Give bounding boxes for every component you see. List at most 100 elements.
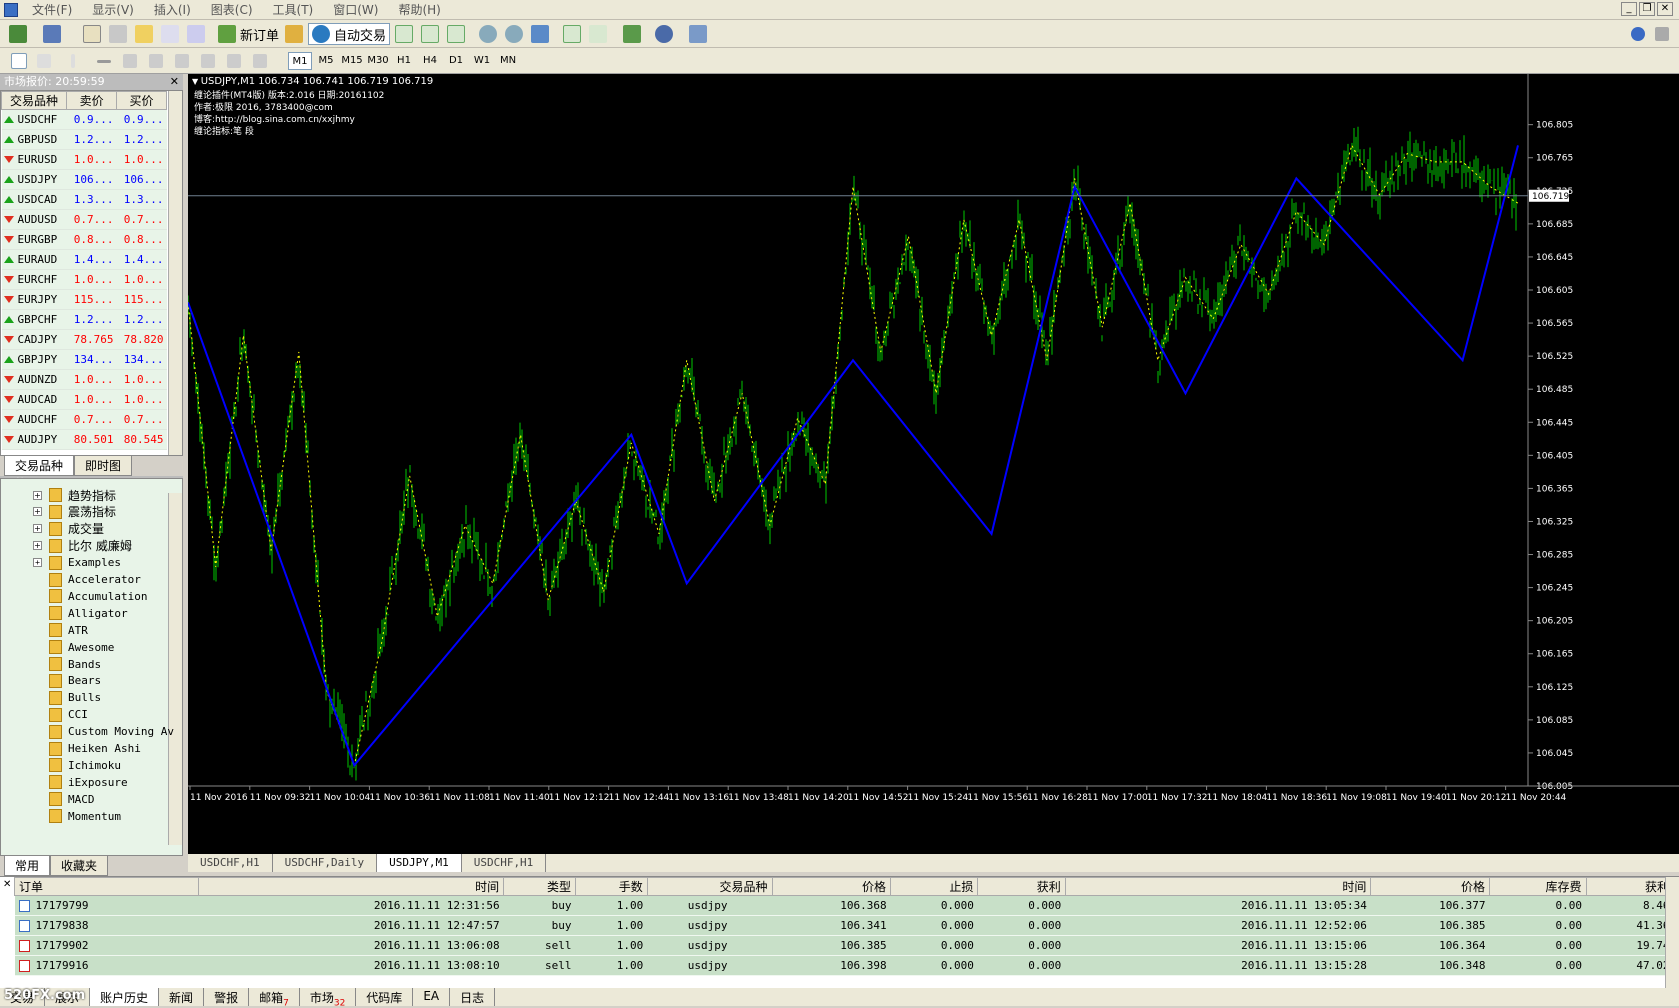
- navigator-item[interactable]: + 比尔 威廉姆: [33, 538, 132, 554]
- navigator-item[interactable]: Custom Moving Av: [37, 724, 174, 740]
- close-icon[interactable]: ✕: [3, 879, 11, 890]
- quote-row[interactable]: USDCHF 0.9... 0.9...: [1, 109, 167, 130]
- horizontal-line-button[interactable]: [94, 50, 114, 72]
- navigator-item[interactable]: + 趋势指标: [33, 487, 116, 503]
- history-row[interactable]: 17179838 2016.11.11 12:47:57 buy 1.00 usdjpy…: [14, 915, 1674, 936]
- history-row[interactable]: 17179916 2016.11.11 13:08:10 sell 1.00 usdjp…: [14, 955, 1674, 976]
- navigator-item[interactable]: Accumulation: [37, 588, 147, 604]
- templates-button[interactable]: [686, 23, 710, 45]
- navigator-item[interactable]: CCI: [37, 707, 88, 723]
- history-col[interactable]: 交易品种: [646, 877, 773, 896]
- terminal-tab[interactable]: 代码库: [356, 988, 414, 1006]
- timeframe-m30[interactable]: M30: [366, 52, 390, 70]
- data-window-button[interactable]: [106, 23, 130, 45]
- timeframe-h4[interactable]: H4: [418, 52, 442, 70]
- quote-row[interactable]: AUDJPY 80.501 80.545: [1, 429, 167, 450]
- chart-tab[interactable]: USDCHF,Daily: [273, 854, 378, 872]
- tab-tick-chart[interactable]: 即时图: [74, 456, 133, 476]
- label-button[interactable]: [224, 50, 244, 72]
- chart-menu-icon[interactable]: ▼: [192, 77, 201, 86]
- history-row[interactable]: 17179902 2016.11.11 13:06:08 sell 1.00 usdjp…: [14, 935, 1674, 956]
- history-col[interactable]: 时间: [197, 877, 505, 896]
- quote-row[interactable]: GBPUSD 1.2... 1.2...: [1, 129, 167, 150]
- terminal-scrollbar[interactable]: [1665, 877, 1679, 989]
- navigator-item[interactable]: MACD: [37, 791, 95, 807]
- close-icon[interactable]: ✕: [1657, 2, 1673, 16]
- metaeditor-button[interactable]: [282, 23, 306, 45]
- quote-row[interactable]: EURAUD 1.4... 1.4...: [1, 249, 167, 270]
- navigator-item[interactable]: Awesome: [37, 639, 114, 655]
- chart-shift-button[interactable]: [586, 23, 610, 45]
- new-order-button[interactable]: 新订单: [215, 23, 282, 45]
- chart-tab[interactable]: USDCHF,H1: [462, 854, 547, 872]
- chat-button[interactable]: [1652, 23, 1672, 45]
- terminal-button[interactable]: [158, 23, 182, 45]
- terminal-tab[interactable]: 日志: [450, 988, 496, 1006]
- price-chart[interactable]: 106.805106.765106.725106.685106.645106.6…: [187, 74, 1679, 854]
- terminal-tab[interactable]: 警报: [204, 988, 250, 1006]
- terminal-tab[interactable]: 市场32: [300, 988, 357, 1008]
- vertical-line-button[interactable]: [68, 50, 78, 72]
- cursor-button[interactable]: [8, 50, 30, 72]
- quote-row[interactable]: AUDUSD 0.7... 0.7...: [1, 209, 167, 230]
- terminal-tab[interactable]: EA: [413, 988, 451, 1006]
- history-col[interactable]: 手数: [574, 877, 648, 896]
- menu-view[interactable]: 显示(V): [82, 1, 144, 18]
- quote-row[interactable]: USDJPY 106... 106...: [1, 169, 167, 190]
- terminal-tab[interactable]: 新闻: [159, 988, 205, 1006]
- crosshair-button[interactable]: [34, 50, 54, 72]
- zoom-in-button[interactable]: [476, 23, 500, 45]
- chart-canvas[interactable]: 106.805106.765106.725106.685106.645106.6…: [187, 74, 1679, 854]
- quote-row[interactable]: USDCAD 1.3... 1.3...: [1, 189, 167, 210]
- expand-icon[interactable]: +: [33, 490, 42, 500]
- timeframe-mn[interactable]: MN: [496, 52, 520, 70]
- indicators-button[interactable]: [620, 23, 644, 45]
- timeframe-d1[interactable]: D1: [444, 52, 468, 70]
- arrows-button[interactable]: [250, 50, 270, 72]
- channel-button[interactable]: [146, 50, 166, 72]
- close-icon[interactable]: ✕: [170, 74, 179, 90]
- navigator-scrollbar[interactable]: [168, 493, 182, 845]
- navigator-item[interactable]: Accelerator: [37, 572, 141, 588]
- terminal-tab[interactable]: 账户历史: [90, 988, 160, 1006]
- tab-common[interactable]: 常用: [4, 856, 51, 876]
- quote-row[interactable]: EURJPY 115... 115...: [1, 289, 167, 310]
- history-col[interactable]: 库存费: [1488, 877, 1587, 896]
- history-col[interactable]: 获利: [977, 877, 1066, 896]
- history-col[interactable]: 时间: [1064, 877, 1372, 896]
- quote-row[interactable]: AUDCAD 1.0... 1.0...: [1, 389, 167, 410]
- menu-tools[interactable]: 工具(T): [263, 1, 324, 18]
- history-col[interactable]: 价格: [771, 877, 892, 896]
- quote-row[interactable]: GBPJPY 134... 134...: [1, 349, 167, 370]
- navigator-item[interactable]: Bands: [37, 656, 101, 672]
- text-button[interactable]: [198, 50, 218, 72]
- menu-window[interactable]: 窗口(W): [323, 1, 388, 18]
- col-ask[interactable]: 买价: [116, 91, 167, 110]
- menu-help[interactable]: 帮助(H): [388, 1, 450, 18]
- expand-icon[interactable]: +: [33, 507, 42, 517]
- navigator-item[interactable]: + 成交量: [33, 521, 104, 537]
- navigator-item[interactable]: Ichimoku: [37, 757, 121, 773]
- chart-tab[interactable]: USDCHF,H1: [188, 854, 273, 872]
- navigator-item[interactable]: + 震荡指标: [33, 504, 116, 520]
- quote-row[interactable]: GBPCHF 1.2... 1.2...: [1, 309, 167, 330]
- periods-button[interactable]: [652, 23, 676, 45]
- timeframe-m15[interactable]: M15: [340, 52, 364, 70]
- auto-trade-button[interactable]: 自动交易: [308, 23, 391, 45]
- tile-windows-button[interactable]: [528, 23, 552, 45]
- chart-tab[interactable]: USDJPY,M1: [377, 854, 462, 872]
- navigator-item[interactable]: Heiken Ashi: [37, 741, 141, 757]
- market-watch-button[interactable]: [80, 23, 104, 45]
- history-row[interactable]: 17179799 2016.11.11 12:31:56 buy 1.00 usdjpy…: [14, 895, 1674, 916]
- market-watch-scrollbar[interactable]: [168, 91, 182, 455]
- col-symbol[interactable]: 交易品种: [1, 91, 68, 110]
- quote-row[interactable]: EURCHF 1.0... 1.0...: [1, 269, 167, 290]
- search-button[interactable]: [1628, 23, 1648, 45]
- history-col[interactable]: 价格: [1370, 877, 1490, 896]
- history-col[interactable]: 止损: [890, 877, 979, 896]
- navigator-item[interactable]: Alligator: [37, 605, 128, 621]
- zoom-out-button[interactable]: [502, 23, 526, 45]
- navigator-item[interactable]: + Examples: [33, 555, 121, 571]
- trendline-button[interactable]: [120, 50, 140, 72]
- expand-icon[interactable]: +: [33, 541, 42, 551]
